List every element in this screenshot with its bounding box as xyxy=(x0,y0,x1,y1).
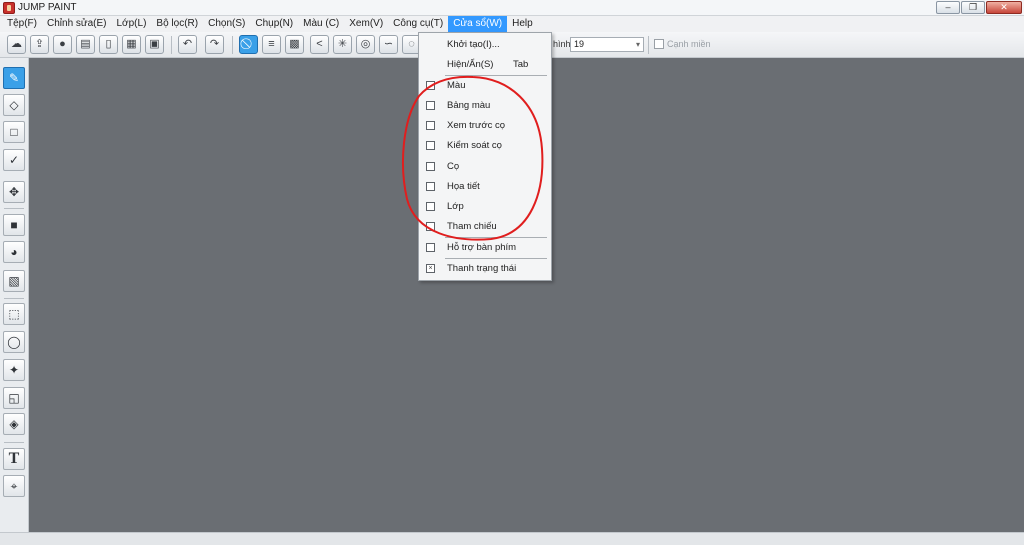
parallel-lines-icon[interactable]: ≡ xyxy=(262,35,281,54)
tool-separator xyxy=(4,442,24,443)
eraser-tool-icon[interactable]: ◇ xyxy=(3,94,25,116)
share-icon[interactable]: ⇪ xyxy=(30,35,49,54)
radial-lines-icon[interactable]: ✳ xyxy=(333,35,352,54)
brush-size-label: hình xyxy=(553,39,571,49)
menu-edit[interactable]: Chỉnh sửa(E) xyxy=(42,16,112,32)
document-icon[interactable]: ▯ xyxy=(99,35,118,54)
menu-color[interactable]: Màu (C) xyxy=(298,16,344,32)
toolbar-separator xyxy=(171,36,172,54)
menu-item-show-hide[interactable]: Hiện/Ẩn(S) Tab xyxy=(419,56,551,74)
menu-help[interactable]: Help xyxy=(507,16,538,32)
menu-window[interactable]: Cửa sổ(W) xyxy=(448,16,508,32)
window-title: JUMP PAINT xyxy=(18,2,77,13)
gradient-tool-icon[interactable]: ▧ xyxy=(3,270,25,292)
menu-item-status-bar[interactable]: × Thanh trạng thái xyxy=(419,260,551,278)
menu-view[interactable]: Xem(V) xyxy=(344,16,388,32)
chevron-down-icon: ▾ xyxy=(635,40,640,49)
menu-filter[interactable]: Bộ lọc(R) xyxy=(151,16,203,32)
toolbar-separator xyxy=(648,36,649,54)
menu-item-label: Thanh trạng thái xyxy=(447,263,517,274)
minimize-icon[interactable]: – xyxy=(936,1,960,14)
layers-panel-icon[interactable]: ▦ xyxy=(122,35,141,54)
checkbox-icon[interactable] xyxy=(426,243,435,252)
fill-rect-tool-icon[interactable]: ■ xyxy=(3,214,25,236)
pen-tool-icon[interactable]: ✓ xyxy=(3,149,25,171)
menu-item-shortcut: Tab xyxy=(513,59,529,70)
grid-icon[interactable]: ▩ xyxy=(285,35,304,54)
comment-icon[interactable]: ▤ xyxy=(76,35,95,54)
tool-separator xyxy=(4,298,24,299)
cloud-icon[interactable]: ☁ xyxy=(7,35,26,54)
ruler-off-icon[interactable]: ⃠ xyxy=(239,35,258,54)
toolbar-separator xyxy=(232,36,233,54)
magic-wand-icon[interactable]: ✦ xyxy=(3,359,25,381)
maximize-icon[interactable]: ❐ xyxy=(961,1,985,14)
menu-file[interactable]: Tệp(F) xyxy=(2,16,42,32)
window-controls: – ❐ ✕ xyxy=(936,1,1022,14)
brush-size-value: 19 xyxy=(574,39,585,49)
paint-bucket-icon[interactable]: ◕ xyxy=(3,241,25,263)
menu-select[interactable]: Chọn(S) xyxy=(203,16,250,32)
edge-label: Cạnh miền xyxy=(667,39,711,49)
checked-checkbox-icon[interactable]: × xyxy=(426,264,435,273)
lasso-select-icon[interactable]: ◯ xyxy=(3,331,25,353)
text-tool-icon[interactable]: T xyxy=(3,448,25,470)
annotation-stroke xyxy=(402,75,544,241)
edge-checkbox[interactable] xyxy=(654,39,664,49)
image-edit-icon[interactable]: ▣ xyxy=(145,35,164,54)
select-pen-icon[interactable]: ◱ xyxy=(3,387,25,409)
menu-bar: Tệp(F) Chỉnh sửa(E) Lớp(L) Bộ lọc(R) Chọ… xyxy=(0,16,1024,32)
menu-capture[interactable]: Chụp(N) xyxy=(250,16,298,32)
tool-separator xyxy=(4,208,24,209)
menu-layer[interactable]: Lớp(L) xyxy=(112,16,152,32)
rectangle-tool-icon[interactable]: □ xyxy=(3,121,25,143)
close-icon[interactable]: ✕ xyxy=(986,1,1022,14)
brush-size-select[interactable]: 19 ▾ xyxy=(570,37,644,52)
red-annotation-oval xyxy=(402,75,544,241)
menu-item-label: Hiện/Ẩn(S) xyxy=(447,59,494,70)
speech-bubble-icon[interactable]: ● xyxy=(53,35,72,54)
title-bar: JUMP PAINT – ❐ ✕ xyxy=(0,0,1024,16)
move-tool-icon[interactable]: ✥ xyxy=(3,181,25,203)
tool-panel: ✎ ◇ □ ✓ ✥ ■ ◕ ▧ ⬚ ◯ ✦ ◱ ◈ T ⌖ xyxy=(0,58,29,532)
brush-tool-icon[interactable]: ✎ xyxy=(3,67,25,89)
redo-icon[interactable]: ↷ xyxy=(205,35,224,54)
menu-item-init[interactable]: Khởi tạo(I)... xyxy=(419,36,551,54)
concentric-circles-icon[interactable]: ◎ xyxy=(356,35,375,54)
eyedropper-icon[interactable]: ⌖ xyxy=(3,475,25,497)
perspective-icon[interactable]: < xyxy=(310,35,329,54)
status-bar xyxy=(0,532,1024,545)
rect-select-icon[interactable]: ⬚ xyxy=(3,303,25,325)
undo-icon[interactable]: ↶ xyxy=(178,35,197,54)
select-eraser-icon[interactable]: ◈ xyxy=(3,413,25,435)
curve-ruler-icon[interactable]: ∽ xyxy=(379,35,398,54)
app-logo-icon xyxy=(3,2,15,14)
menu-separator xyxy=(445,258,547,259)
menu-tools[interactable]: Công cụ(T) xyxy=(388,16,448,32)
menu-item-label: Khởi tạo(I)... xyxy=(447,39,500,50)
